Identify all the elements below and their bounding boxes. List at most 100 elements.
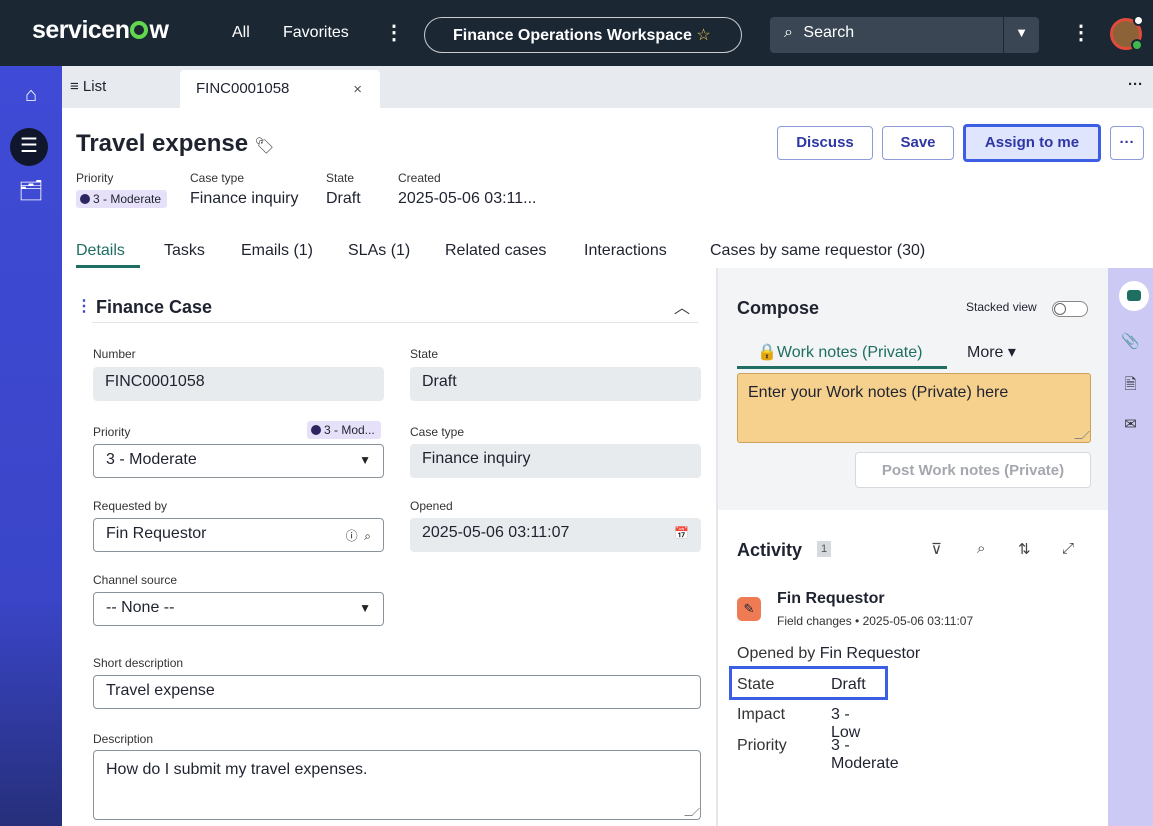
state-label: State <box>410 347 439 361</box>
calendar-icon[interactable]: 📅 <box>674 526 689 540</box>
list-nav-icon[interactable]: ☰ <box>10 128 48 166</box>
search-icon: ⌕ <box>784 24 793 41</box>
header-kebab-icon[interactable]: ⋮ <box>1071 20 1091 45</box>
tab-related-cases[interactable]: Related cases <box>445 242 546 260</box>
search-icon[interactable]: ⌕ <box>977 540 985 557</box>
tab-record[interactable]: FINC0001058 × <box>180 70 380 108</box>
home-icon[interactable]: ⌂ <box>0 84 62 107</box>
opened-field: 2025-05-06 03:11:07 📅 <box>410 518 701 552</box>
servicenow-logo[interactable]: servicen w <box>32 16 169 45</box>
email-icon[interactable]: ✉ <box>1108 415 1153 433</box>
favorite-star-icon[interactable]: ☆ <box>696 27 710 44</box>
stacked-view-toggle[interactable] <box>1052 301 1088 317</box>
meta-case-type-label: Case type <box>190 171 245 185</box>
chevron-down-icon: ▼ <box>359 601 371 615</box>
search-scope-dropdown[interactable]: ▼ <box>1003 17 1039 53</box>
sort-icon[interactable]: ⇅ <box>1018 540 1031 558</box>
tab-more[interactable]: More ▾ <box>967 342 1016 362</box>
meta-created-label: Created <box>398 171 441 185</box>
activity-author: Fin Requestor <box>777 590 885 607</box>
more-actions-button[interactable]: ··· <box>1110 126 1144 160</box>
tab-work-notes[interactable]: 🔒Work notes (Private) <box>757 342 922 362</box>
resize-handle-icon[interactable] <box>1074 431 1090 439</box>
tab-interactions[interactable]: Interactions <box>584 242 667 260</box>
meta-state-label: State <box>326 171 355 185</box>
state-highlight-box <box>729 666 888 700</box>
requested-by-label: Requested by <box>93 499 168 513</box>
priority-select[interactable]: 3 - Moderate ▼ <box>93 444 384 478</box>
short-description-input[interactable]: Travel expense <box>93 675 701 709</box>
workspace-name: Finance Operations Workspace <box>453 27 692 44</box>
number-label: Number <box>93 347 136 361</box>
activity-change-row: Priority 3 - Moderate <box>737 737 899 772</box>
agent-assist-icon[interactable] <box>1119 281 1149 311</box>
activity-change-row: Impact 3 - Low <box>737 706 861 741</box>
post-work-notes-button[interactable]: Post Work notes (Private) <box>855 452 1091 488</box>
tab-slas[interactable]: SLAs (1) <box>348 242 410 260</box>
attachment-icon[interactable]: 📎 <box>1108 332 1153 350</box>
state-field: Draft <box>410 367 701 401</box>
global-search-input[interactable]: ⌕ Search <box>770 17 1003 53</box>
case-type-label: Case type <box>410 425 465 439</box>
opened-label: Opened <box>410 499 453 513</box>
search-placeholder: Search <box>803 24 855 41</box>
save-button[interactable]: Save <box>882 126 954 160</box>
tab-cases-by-requestor[interactable]: Cases by same requestor (30) <box>710 242 925 260</box>
number-field: FINC0001058 <box>93 367 384 401</box>
case-type-field: Finance inquiry <box>410 444 701 478</box>
nav-all[interactable]: All <box>232 24 250 42</box>
right-rail: 📎 🗎 ✉ <box>1108 268 1153 826</box>
tab-tasks[interactable]: Tasks <box>164 242 205 260</box>
tab-record-label: FINC0001058 <box>196 80 290 97</box>
assign-to-me-button[interactable]: Assign to me <box>963 124 1101 162</box>
info-search-icons[interactable]: ⓘ ⌕ <box>346 527 371 544</box>
short-description-label: Short description <box>93 656 184 670</box>
user-avatar[interactable] <box>1110 15 1144 51</box>
filter-icon[interactable]: ⊽ <box>931 540 942 558</box>
left-rail: ⌂ ☰ 🗂 <box>0 66 62 826</box>
resize-handle-icon[interactable] <box>684 808 700 816</box>
tab-list[interactable]: ≡ List <box>70 78 106 95</box>
edit-pencil-icon: ✎ <box>737 597 761 621</box>
panel-separator <box>716 268 718 826</box>
requested-by-field[interactable]: Fin Requestor ⓘ ⌕ <box>93 518 384 552</box>
caret-down-icon: ▾ <box>1007 344 1016 361</box>
inbox-icon[interactable]: 🗂 <box>0 178 62 203</box>
compose-tab-indicator <box>737 366 947 369</box>
stacked-view-label: Stacked view <box>966 300 1037 314</box>
tab-overflow-icon[interactable]: ··· <box>1128 76 1143 93</box>
channel-source-label: Channel source <box>93 573 178 587</box>
meta-state-value: Draft <box>326 190 361 207</box>
document-icon[interactable]: 🗎 <box>1108 374 1153 399</box>
record-title: Travel expense 🏷 <box>76 130 275 157</box>
close-tab-icon[interactable]: × <box>353 81 362 98</box>
workspace-switcher[interactable]: Finance Operations Workspace ☆ <box>424 17 742 53</box>
tab-emails[interactable]: Emails (1) <box>241 242 313 260</box>
priority-badge: 3 - Mod... <box>307 421 381 439</box>
description-textarea[interactable]: How do I submit my travel expenses. <box>93 750 701 820</box>
meta-priority-badge: 3 - Moderate <box>76 190 168 208</box>
discuss-button[interactable]: Discuss <box>777 126 873 160</box>
expand-icon[interactable]: ⤢ <box>1062 540 1074 557</box>
tab-details[interactable]: Details <box>76 242 125 260</box>
activity-title: Activity <box>737 540 803 560</box>
collapse-chevron-icon[interactable]: ︿ <box>674 294 690 318</box>
section-title: Finance Case <box>96 297 213 317</box>
description-label: Description <box>93 732 154 746</box>
meta-created-value: 2025-05-06 03:11... <box>398 190 537 207</box>
active-tab-indicator <box>76 265 140 268</box>
channel-source-select[interactable]: -- None -- ▼ <box>93 592 384 626</box>
tag-icon[interactable]: 🏷 <box>254 138 274 155</box>
priority-label: Priority <box>93 425 131 439</box>
meta-priority-label: Priority <box>76 171 114 185</box>
section-divider <box>92 322 698 323</box>
work-notes-textarea[interactable]: Enter your Work notes (Private) here <box>737 373 1091 443</box>
tab-strip: ≡ List FINC0001058 × ··· <box>62 66 1153 108</box>
activity-count-badge: 1 <box>817 541 832 557</box>
meta-case-type-value: Finance inquiry <box>190 190 299 207</box>
nav-favorites[interactable]: Favorites <box>283 24 349 42</box>
more-menu-icon[interactable]: ⋮ <box>384 20 404 45</box>
activity-subtitle: Field changes • 2025-05-06 03:11:07 <box>777 614 974 628</box>
compose-title: Compose <box>737 298 820 318</box>
drag-handle-icon[interactable]: ⋮ <box>76 296 92 316</box>
